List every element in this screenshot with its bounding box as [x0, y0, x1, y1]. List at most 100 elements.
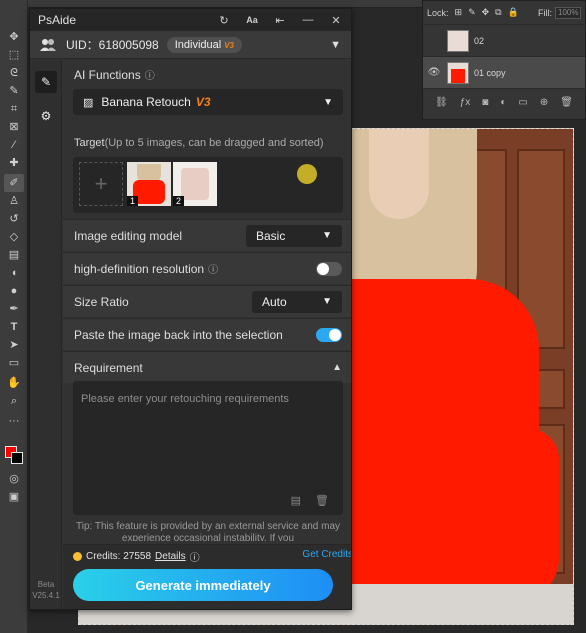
zoom-tool-icon[interactable]: ⌕ — [6, 394, 22, 408]
info-icon[interactable]: ⓘ — [208, 261, 218, 276]
pen-tool-icon[interactable]: ✒ — [6, 302, 22, 316]
hand-tool-icon[interactable]: ✋ — [6, 376, 22, 390]
info-icon[interactable]: ⓘ — [190, 549, 200, 564]
lock-all-icon[interactable]: 🔒 — [508, 7, 519, 18]
requirement-textarea[interactable]: Please enter your retouching requirement… — [73, 381, 343, 515]
pin-icon[interactable]: ⇤ — [273, 14, 287, 27]
frame-tool-icon[interactable]: ⊠ — [6, 120, 22, 134]
fx-icon[interactable]: ƒx — [460, 97, 471, 108]
chevron-down-icon[interactable]: ▼ — [330, 39, 341, 51]
background-color-swatch[interactable] — [11, 452, 23, 464]
more-tools-icon[interactable]: ··· — [6, 414, 22, 428]
path-select-tool-icon[interactable]: ➤ — [6, 338, 22, 352]
adjustment-layer-icon[interactable]: ◐ — [500, 97, 506, 108]
lock-artboard-icon[interactable]: ⧉ — [495, 7, 501, 18]
panel-title: PsAide — [38, 13, 77, 27]
stamp-tool-icon[interactable]: ♙ — [6, 194, 22, 208]
chevron-up-icon[interactable]: ▲ — [332, 362, 342, 373]
add-mask-icon[interactable]: ◙ — [482, 97, 488, 108]
beta-label: Beta — [37, 580, 55, 589]
red-mask-arm — [469, 429, 559, 599]
lasso-tool-icon[interactable]: ᘓ — [6, 66, 22, 80]
layer-name: 01 copy — [474, 67, 506, 78]
link-layers-icon[interactable]: ⛓ — [435, 97, 448, 108]
gradient-tool-icon[interactable]: ▤ — [6, 248, 22, 262]
lock-paint-icon[interactable]: ✎ — [468, 7, 476, 18]
credits-label: Credits: 27558 — [86, 551, 152, 562]
history-brush-tool-icon[interactable]: ↺ — [6, 212, 22, 226]
fill-label: Fill: — [538, 7, 552, 18]
generate-button[interactable]: Generate immediately — [73, 569, 333, 601]
hd-toggle[interactable] — [316, 261, 342, 276]
target-label: Target — [74, 137, 105, 149]
details-link[interactable]: Details — [155, 551, 186, 562]
user-id: UID：618005098 — [66, 38, 159, 52]
type-tool-icon[interactable]: T — [6, 320, 22, 334]
users-icon — [40, 38, 56, 52]
target-image-1[interactable]: 1 — [127, 162, 171, 206]
prompt-library-icon[interactable]: ▤ — [291, 494, 301, 507]
user-bar[interactable]: UID：618005098 Individual V3 ▼ — [30, 31, 351, 59]
get-credits-link[interactable]: Get Credits — [302, 549, 351, 560]
target-image-2[interactable]: 2 — [173, 162, 217, 206]
new-group-icon[interactable]: ▭ — [518, 97, 527, 108]
layer-name: 02 — [474, 35, 485, 46]
coin-icon — [73, 552, 82, 561]
language-icon[interactable]: Aa — [245, 15, 259, 25]
blur-tool-icon[interactable]: ◖ — [6, 266, 22, 280]
credits-info: Credits: 27558 Details ⓘ — [73, 549, 200, 564]
chevron-down-icon: ▼ — [322, 296, 332, 307]
hd-row: high-definition resolution ⓘ — [63, 252, 351, 284]
eyedropper-tool-icon[interactable]: ⁄ — [6, 138, 22, 152]
marquee-tool-icon[interactable]: ⬚ — [6, 48, 22, 62]
layer-row[interactable]: 02 — [423, 25, 585, 57]
screen-mode-icon[interactable]: ▣ — [6, 490, 22, 504]
photoshop-toolbar: ✥ ⬚ ᘓ ✎ ⌗ ⊠ ⁄ ✚ ✐ ♙ ↺ ◇ ▤ ◖ ● ✒ T ➤ ▭ ✋ … — [0, 0, 28, 633]
fill-control[interactable]: Fill: 100% — [538, 6, 581, 19]
plan-badge: Individual V3 — [166, 36, 243, 53]
version-label: V25.4.1 — [32, 591, 60, 600]
layer-thumbnail — [447, 61, 469, 84]
layers-panel: Lock: ⊞ ✎ ✥ ⧉ 🔒 Fill: 100% 02 👁 01 copy … — [422, 0, 586, 120]
paste-toggle[interactable] — [316, 327, 342, 342]
mouse-cursor — [297, 164, 317, 184]
requirement-placeholder: Please enter your retouching requirement… — [81, 393, 289, 405]
crop-tool-icon[interactable]: ⌗ — [6, 102, 22, 116]
quick-mask-icon[interactable]: ◎ — [6, 472, 22, 486]
new-layer-icon[interactable]: ⊕ — [540, 97, 548, 108]
lock-position-icon[interactable]: ✥ — [482, 7, 490, 18]
ai-function-select[interactable]: ▨ Banana Retouch V3 ▼ — [73, 89, 343, 115]
ratio-select[interactable]: Auto ▼ — [252, 290, 342, 313]
add-image-button[interactable]: + — [79, 162, 123, 206]
brush-tool-icon[interactable]: ✐ — [4, 174, 24, 192]
layer-row[interactable]: 👁 01 copy — [423, 57, 585, 89]
lock-row: Lock: ⊞ ✎ ✥ ⧉ 🔒 Fill: 100% — [423, 1, 585, 25]
model-select[interactable]: Basic ▼ — [246, 224, 342, 247]
requirement-header[interactable]: Requirement ▲ — [63, 351, 351, 383]
quick-select-tool-icon[interactable]: ✎ — [6, 84, 22, 98]
model-row: Image editing model Basic ▼ — [63, 219, 351, 251]
info-icon[interactable]: ⓘ — [145, 71, 155, 82]
delete-layer-icon[interactable]: 🗑 — [560, 97, 573, 108]
healing-tool-icon[interactable]: ✚ — [6, 156, 22, 170]
settings-gear-icon[interactable]: ⚙ — [35, 105, 57, 127]
ratio-row: Size Ratio Auto ▼ — [63, 285, 351, 317]
dodge-tool-icon[interactable]: ● — [6, 284, 22, 298]
image-number: 1 — [127, 196, 139, 206]
paste-label: Paste the image back into the selection — [74, 327, 283, 342]
target-heading: Target(Up to 5 images, can be dragged an… — [74, 137, 324, 149]
eraser-tool-icon[interactable]: ◇ — [6, 230, 22, 244]
panel-content: AI Functions ⓘ ▨ Banana Retouch V3 ▼ Targ… — [63, 59, 351, 609]
move-tool-icon[interactable]: ✥ — [6, 30, 22, 44]
chevron-down-icon: ▼ — [323, 96, 333, 108]
edit-icon[interactable]: ✎ — [35, 71, 57, 93]
fill-value[interactable]: 100% — [555, 6, 581, 19]
close-icon[interactable]: ✕ — [329, 14, 343, 27]
hd-label: high-definition resolution — [74, 261, 205, 276]
trash-icon[interactable]: 🗑 — [315, 494, 329, 507]
eye-icon[interactable]: 👁 — [423, 67, 445, 78]
shape-tool-icon[interactable]: ▭ — [6, 356, 22, 370]
lock-pixels-icon[interactable]: ⊞ — [455, 7, 463, 18]
refresh-icon[interactable]: ↻ — [217, 14, 231, 27]
minimize-icon[interactable]: — — [301, 14, 315, 26]
